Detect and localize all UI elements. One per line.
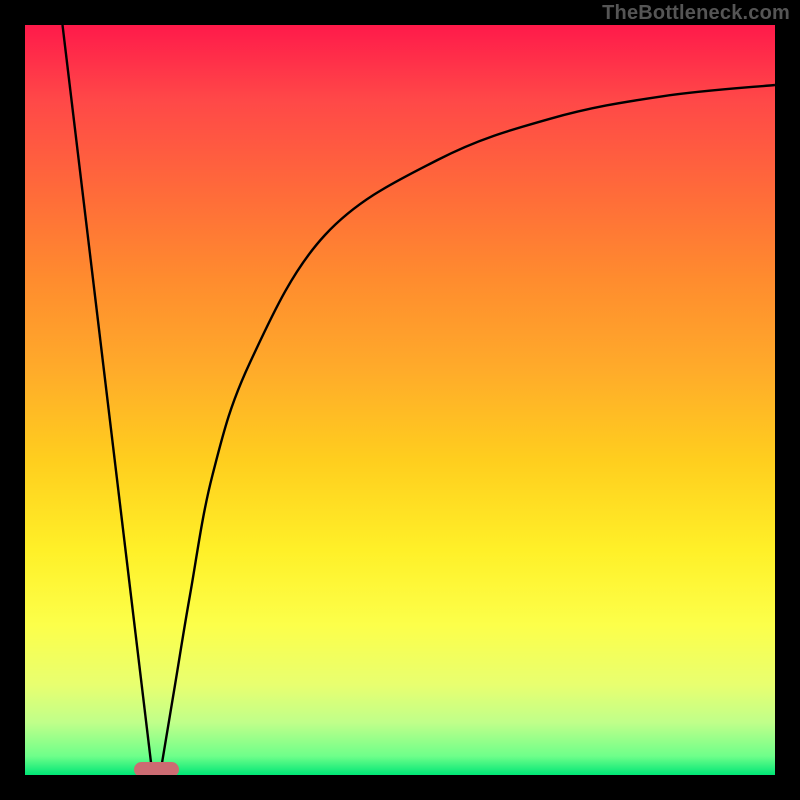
right-curve (160, 85, 775, 775)
left-line (63, 25, 153, 775)
curves-svg (25, 25, 775, 775)
plot-area (25, 25, 775, 775)
bottleneck-marker (134, 762, 179, 775)
chart-container: TheBottleneck.com (0, 0, 800, 800)
watermark-text: TheBottleneck.com (602, 2, 790, 25)
